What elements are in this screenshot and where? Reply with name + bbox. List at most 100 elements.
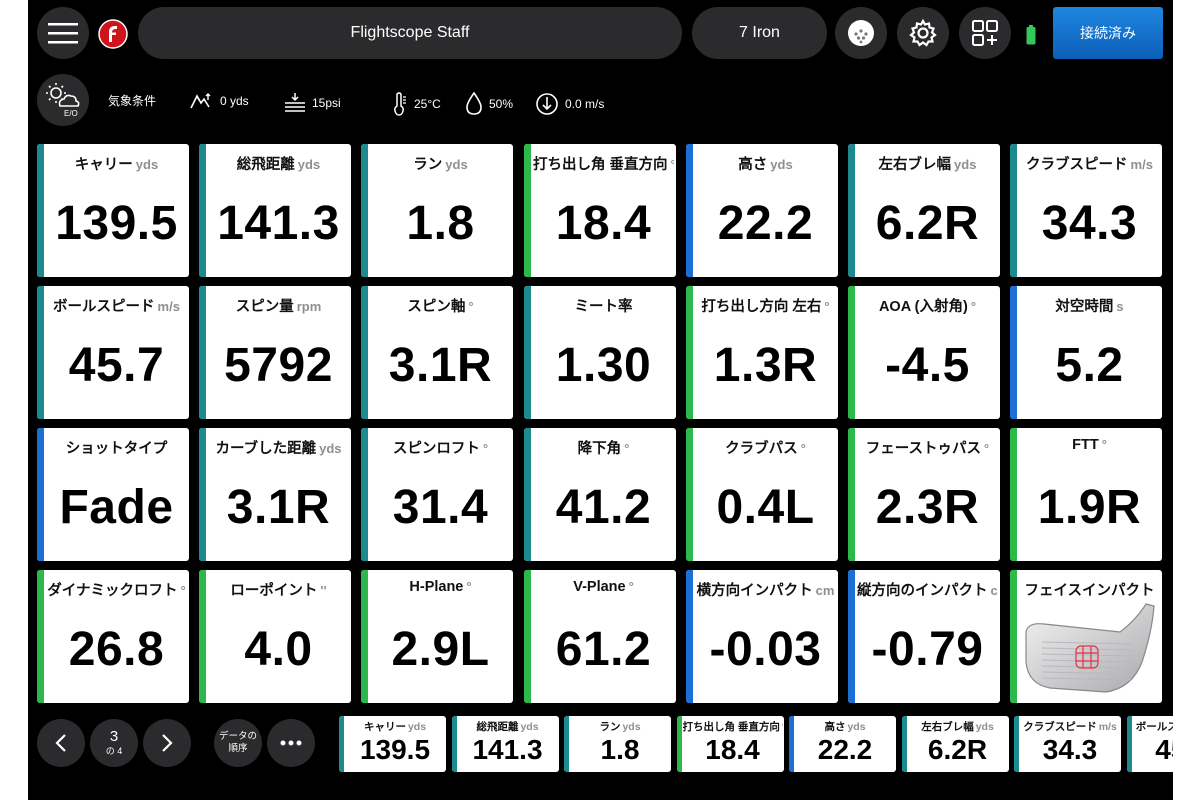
data-order-button[interactable]: データの 順序 (214, 719, 262, 767)
tile-label-text: ボールスピード (53, 299, 155, 315)
ball-button[interactable] (835, 7, 887, 59)
metric-tile[interactable]: キャリー yds 139.5 (37, 144, 189, 277)
summary-value: 141.3 (472, 734, 543, 765)
metric-tile[interactable]: スピンロフト ° 31.4 (361, 428, 513, 561)
weather-label-text: 気象条件 (108, 94, 157, 108)
tile-unit: '' (320, 583, 327, 598)
summary-label: ボールスピードm/s (1133, 719, 1173, 734)
metric-tile[interactable]: カーブした距離 yds 3.1R (199, 428, 351, 561)
layout-button[interactable] (959, 7, 1011, 59)
tile-unit: ° (970, 299, 977, 314)
summary-accent-bar (1126, 716, 1132, 772)
tile-label: ダイナミックロフト ° (46, 579, 187, 600)
metric-tile[interactable]: V-Plane ° 61.2 (524, 570, 676, 703)
wind-icon (536, 93, 558, 115)
metric-tile[interactable]: 降下角 ° 41.2 (524, 428, 676, 561)
environment-button[interactable]: E/O (37, 74, 89, 126)
metric-tile[interactable]: 打ち出し角 垂直方向 ° 18.4 (524, 144, 676, 277)
metric-tile[interactable]: H-Plane ° 2.9L (361, 570, 513, 703)
weather-icon: E/O (46, 83, 80, 118)
metric-tile[interactable]: 左右ブレ幅 yds 6.2R (848, 144, 1000, 277)
temperature-value: 25°C (414, 97, 441, 111)
metric-tile[interactable]: 縦方向のインパクトcm -0.79 (848, 570, 1000, 703)
profile-selector[interactable]: Flightscope Staff (138, 7, 682, 59)
metric-tile[interactable]: クラブパス ° 0.4L (686, 428, 838, 561)
tile-accent-bar (361, 570, 368, 703)
menu-button[interactable] (37, 7, 89, 59)
thermometer-icon (394, 92, 406, 116)
more-dots-icon (280, 740, 302, 746)
wind-value: 0.0 m/s (565, 97, 605, 111)
tile-label-text: V-Plane (573, 579, 626, 595)
metric-tile[interactable]: AOA (入射角) ° -4.5 (848, 286, 1000, 419)
metric-tile[interactable]: 総飛距離 yds 141.3 (199, 144, 351, 277)
connect-button[interactable]: 接続済み (1053, 7, 1163, 59)
metric-tile[interactable]: 打ち出し方向 左右 ° 1.3R (686, 286, 838, 419)
summary-accent-bar (339, 716, 344, 772)
summary-value: 18.4 (705, 734, 760, 765)
summary-tile[interactable]: ラン yds 1.8 (564, 716, 671, 772)
tile-unit: yds (319, 441, 342, 456)
summary-tile[interactable]: キャリー yds 139.5 (339, 716, 446, 772)
metric-tile[interactable]: ダイナミックロフト ° 26.8 (37, 570, 189, 703)
tile-value: 41.2 (555, 481, 652, 534)
summary-value: 22.2 (817, 734, 873, 765)
golf-ball-icon (848, 20, 874, 46)
metric-tile[interactable]: 横方向インパクト cm -0.03 (686, 570, 838, 703)
summary-accent-bar (676, 716, 682, 772)
metric-tile[interactable]: 高さ yds 22.2 (686, 144, 838, 277)
tile-label-text: 対空時間 (1055, 299, 1114, 315)
metric-tile[interactable]: クラブスピード m/s 34.3 (1010, 144, 1162, 277)
tile-label: 縦方向のインパクトcm (857, 579, 998, 600)
tile-unit: ° (984, 441, 990, 456)
altitude-readout: 0 yds (190, 92, 249, 110)
club-selector[interactable]: 7 Iron (692, 7, 827, 59)
next-page-button[interactable] (143, 719, 191, 767)
metric-tile[interactable]: ショットタイプ Fade (37, 428, 189, 561)
summary-tile[interactable]: 左右ブレ幅 yds 6.2R (901, 716, 1009, 772)
tile-unit: yds (954, 157, 977, 172)
tile-label-text: スピン量 (235, 299, 294, 315)
page-indicator: 3 の 4 (90, 719, 138, 767)
metric-tile[interactable]: ラン yds 1.8 (361, 144, 513, 277)
tile-label: スピン軸 ° (370, 295, 511, 316)
tile-accent-bar (37, 428, 44, 561)
tile-accent-bar (37, 570, 44, 703)
tile-value: -0.03 (709, 623, 822, 676)
humidity-icon (466, 92, 482, 115)
tile-accent-bar (199, 428, 206, 561)
metric-tile[interactable]: 対空時間 s 5.2 (1010, 286, 1162, 419)
previous-page-button[interactable] (37, 719, 85, 767)
metric-tile[interactable]: スピン量 rpm 5792 (199, 286, 351, 419)
metric-tile[interactable]: ローポイント '' 4.0 (199, 570, 351, 703)
tile-value: 5792 (224, 339, 333, 392)
tile-accent-bar (848, 144, 855, 277)
summary-tile[interactable]: 高さ yds 22.2 (789, 716, 896, 772)
summary-tile[interactable]: ボールスピードm/s45.7 (1126, 716, 1173, 772)
summary-tile[interactable]: 打ち出し角 垂直方向°18.4 (676, 716, 784, 772)
summary-unit: yds (520, 721, 539, 733)
tile-label: ショットタイプ (46, 437, 187, 458)
tile-label: AOA (入射角) ° (857, 295, 998, 316)
tile-accent-bar (1010, 428, 1017, 561)
summary-tile[interactable]: 総飛距離 yds 141.3 (451, 716, 559, 772)
metric-tile[interactable]: FTT ° 1.9R (1010, 428, 1162, 561)
settings-button[interactable] (897, 7, 949, 59)
battery-icon (1026, 25, 1036, 50)
tile-accent-bar (37, 144, 44, 277)
metric-tile[interactable]: フェイスインパクト (1010, 570, 1162, 703)
metric-tile[interactable]: ボールスピード m/s 45.7 (37, 286, 189, 419)
metric-tile[interactable]: フェーストゥパス ° 2.3R (848, 428, 1000, 561)
tile-label-text: FTT (1072, 437, 1099, 453)
metric-tile[interactable]: ミート率 1.30 (524, 286, 676, 419)
tile-label-text: 横方向インパクト (696, 583, 813, 599)
tile-label: クラブスピード m/s (1019, 153, 1160, 174)
tile-label: フェイスインパクト (1019, 579, 1160, 600)
tile-accent-bar (848, 570, 855, 703)
more-button[interactable] (267, 719, 315, 767)
tile-accent-bar (524, 428, 531, 561)
metric-tile[interactable]: スピン軸 ° 3.1R (361, 286, 513, 419)
page-total: の 4 (105, 746, 123, 756)
tile-value: 22.2 (717, 197, 814, 250)
summary-tile[interactable]: クラブスピード m/s 34.3 (1014, 716, 1121, 772)
